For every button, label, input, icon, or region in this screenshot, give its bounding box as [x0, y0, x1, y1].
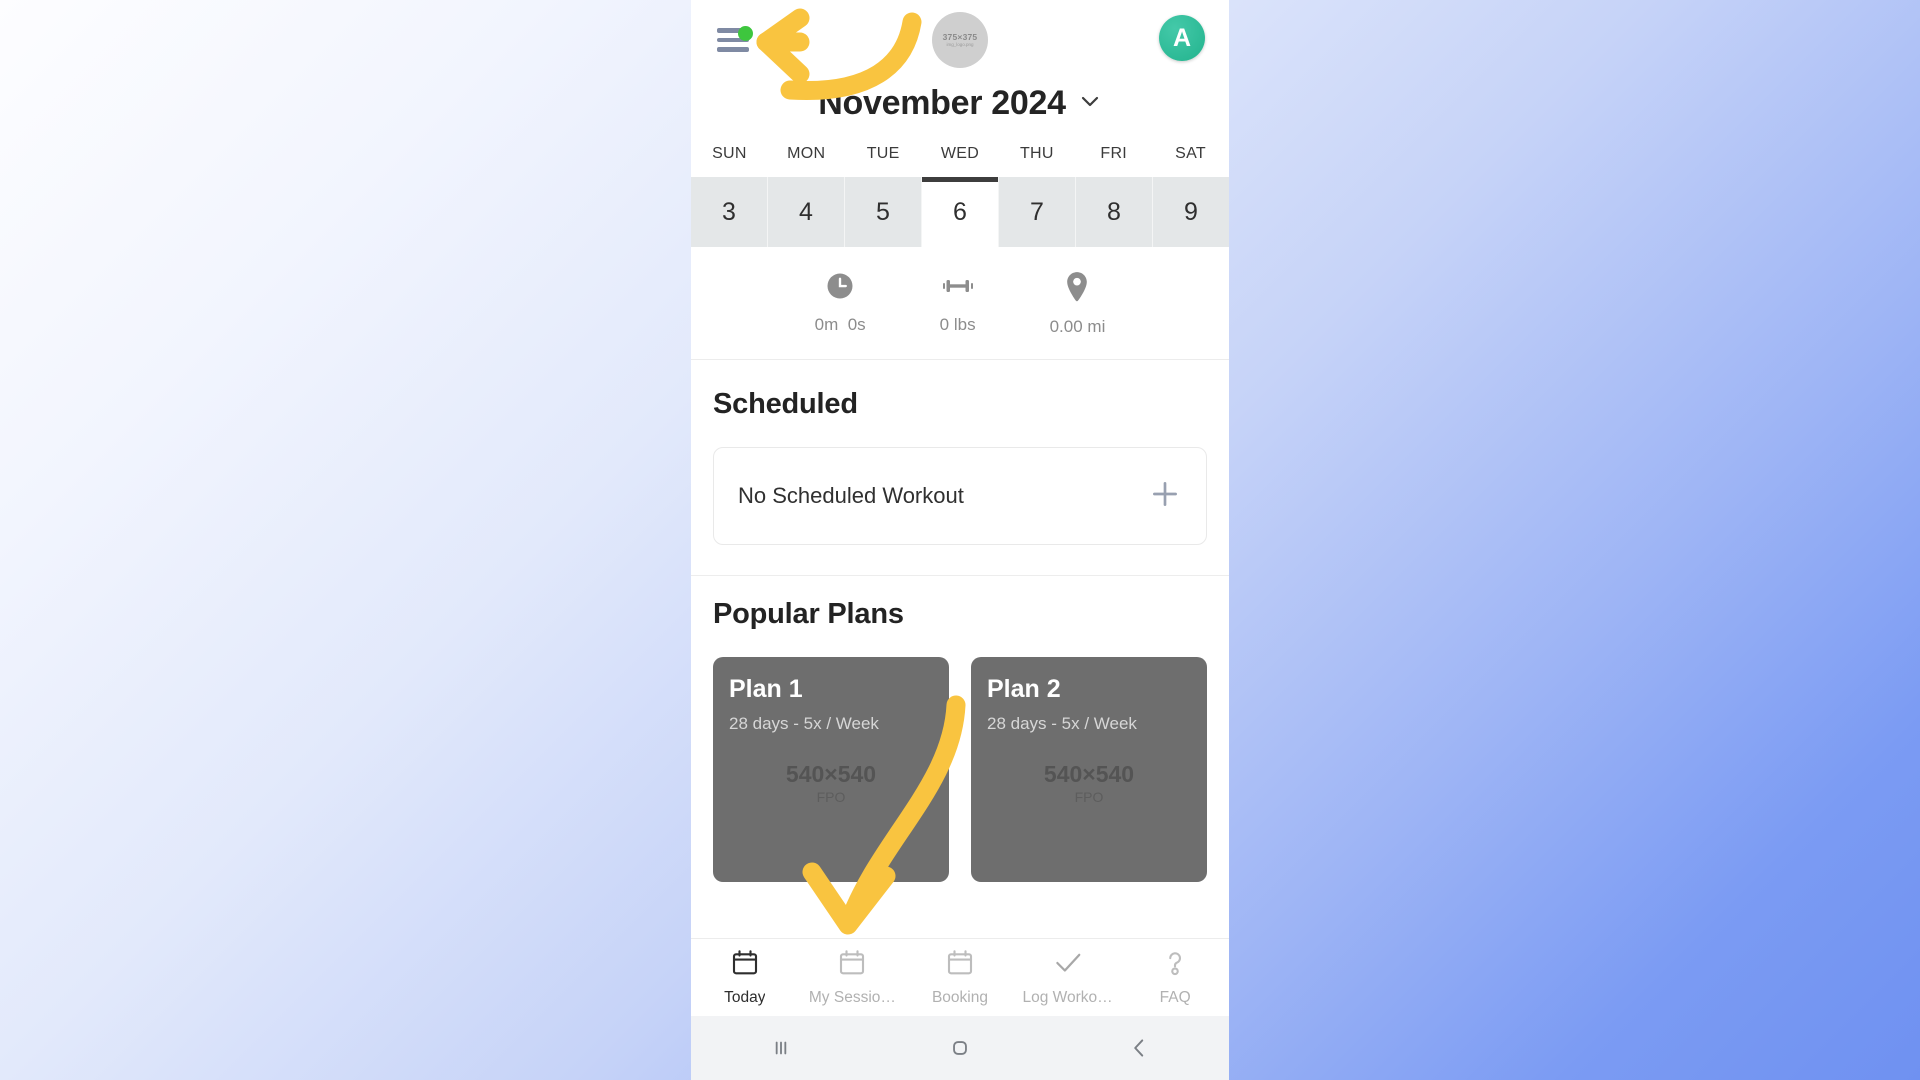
system-navigation-bar — [691, 1016, 1229, 1080]
plan-placeholder-sub: FPO — [1074, 789, 1104, 806]
weekday-label: FRI — [1100, 145, 1128, 162]
tab-today[interactable]: Today — [691, 939, 799, 1016]
hamburger-menu-icon[interactable] — [717, 26, 753, 54]
stat-weight: 0 lbs — [940, 271, 976, 337]
weekday-header: SUN MON TUE WED THU FRI SAT — [691, 133, 1229, 177]
hamburger-line — [717, 47, 749, 52]
dumbbell-icon — [942, 271, 974, 306]
month-label: November 2024 — [818, 84, 1066, 122]
location-pin-icon — [1064, 271, 1090, 308]
popular-plans-section: Popular Plans — [691, 576, 1229, 631]
avatar-initial: A — [1172, 23, 1192, 52]
tab-booking[interactable]: Booking — [906, 939, 1014, 1016]
date-strip: 3 4 5 6 7 8 9 — [691, 177, 1229, 247]
tab-label: Log Worko… — [1022, 989, 1113, 1006]
popular-plans-list: Plan 1 28 days - 5x / Week 540×540 FPO P… — [691, 657, 1229, 882]
date-cell[interactable]: 7 — [999, 177, 1076, 247]
weekday-label: SUN — [712, 145, 747, 162]
daily-stats-row: 0m 0s 0 lbs 0.00 mi — [691, 247, 1229, 360]
bottom-tab-bar: Today My Sessio… Booking Log Worko… FAQ — [691, 938, 1229, 1016]
recents-icon[interactable] — [768, 1035, 794, 1061]
plan-subtitle: 28 days - 5x / Week — [729, 714, 879, 733]
back-icon[interactable] — [1126, 1035, 1152, 1061]
clock-icon — [825, 271, 855, 306]
tab-label: Today — [724, 989, 766, 1006]
tab-faq[interactable]: FAQ — [1121, 939, 1229, 1016]
logo-placeholder-sub: img_logo.png — [946, 42, 974, 47]
weekday-label: TUE — [866, 145, 900, 162]
calendar-today-icon — [730, 948, 760, 983]
weekday-label: MON — [787, 145, 826, 162]
date-cell[interactable]: 3 — [691, 177, 768, 247]
tab-log-workout[interactable]: Log Worko… — [1014, 939, 1122, 1016]
tab-label: FAQ — [1159, 989, 1191, 1006]
green-dot-badge — [738, 26, 753, 41]
logo-placeholder-size: 375×375 — [942, 31, 978, 42]
chevron-down-icon[interactable] — [1078, 89, 1102, 118]
no-scheduled-workout-text: No Scheduled Workout — [738, 483, 964, 508]
date-cell[interactable]: 4 — [768, 177, 845, 247]
weekday-label: THU — [1019, 145, 1054, 162]
date-cell-selected[interactable]: 6 — [922, 177, 999, 247]
scheduled-section: Scheduled No Scheduled Workout — [691, 360, 1229, 545]
question-mark-icon — [1160, 948, 1190, 983]
popular-plans-heading: Popular Plans — [713, 598, 904, 630]
weekday-label: WED — [940, 145, 980, 162]
plan-title: Plan 1 — [729, 675, 803, 703]
plan-title: Plan 2 — [987, 675, 1061, 703]
phone-screen: 375×375 img_logo.png A November 2024 SUN… — [691, 0, 1229, 1080]
plan-image-placeholder: 540×540 FPO — [713, 761, 949, 806]
scheduled-heading: Scheduled — [713, 388, 858, 420]
date-cell[interactable]: 5 — [845, 177, 922, 247]
plan-placeholder-size: 540×540 — [785, 761, 877, 787]
plus-icon[interactable] — [1148, 477, 1182, 516]
stat-duration: 0m 0s — [815, 271, 866, 337]
plan-image-placeholder: 540×540 FPO — [971, 761, 1207, 806]
home-icon[interactable] — [947, 1035, 973, 1061]
avatar[interactable]: A — [1159, 15, 1205, 61]
stat-distance: 0.00 mi — [1049, 271, 1106, 337]
month-selector[interactable]: November 2024 — [691, 84, 1229, 133]
date-cell[interactable]: 9 — [1153, 177, 1229, 247]
tab-label: My Sessio… — [808, 989, 896, 1006]
plan-placeholder-size: 540×540 — [1043, 761, 1135, 787]
check-icon — [1053, 948, 1083, 983]
stat-weight-value: 0 lbs — [939, 315, 976, 334]
plan-card[interactable]: Plan 1 28 days - 5x / Week 540×540 FPO — [713, 657, 949, 882]
tab-label: Booking — [931, 989, 988, 1006]
calendar-icon — [945, 948, 975, 983]
plan-subtitle: 28 days - 5x / Week — [987, 714, 1137, 733]
logo-placeholder: 375×375 img_logo.png — [932, 12, 988, 68]
weekday-label: SAT — [1175, 145, 1206, 162]
app-top-bar: 375×375 img_logo.png A — [691, 0, 1229, 84]
stat-distance-value: 0.00 mi — [1049, 317, 1106, 336]
no-scheduled-workout-card[interactable]: No Scheduled Workout — [713, 447, 1207, 545]
plan-placeholder-sub: FPO — [816, 789, 846, 806]
stat-duration-value: 0m 0s — [814, 315, 866, 334]
calendar-icon — [837, 948, 867, 983]
plan-card[interactable]: Plan 2 28 days - 5x / Week 540×540 FPO — [971, 657, 1207, 882]
tab-my-sessions[interactable]: My Sessio… — [799, 939, 907, 1016]
date-cell[interactable]: 8 — [1076, 177, 1153, 247]
